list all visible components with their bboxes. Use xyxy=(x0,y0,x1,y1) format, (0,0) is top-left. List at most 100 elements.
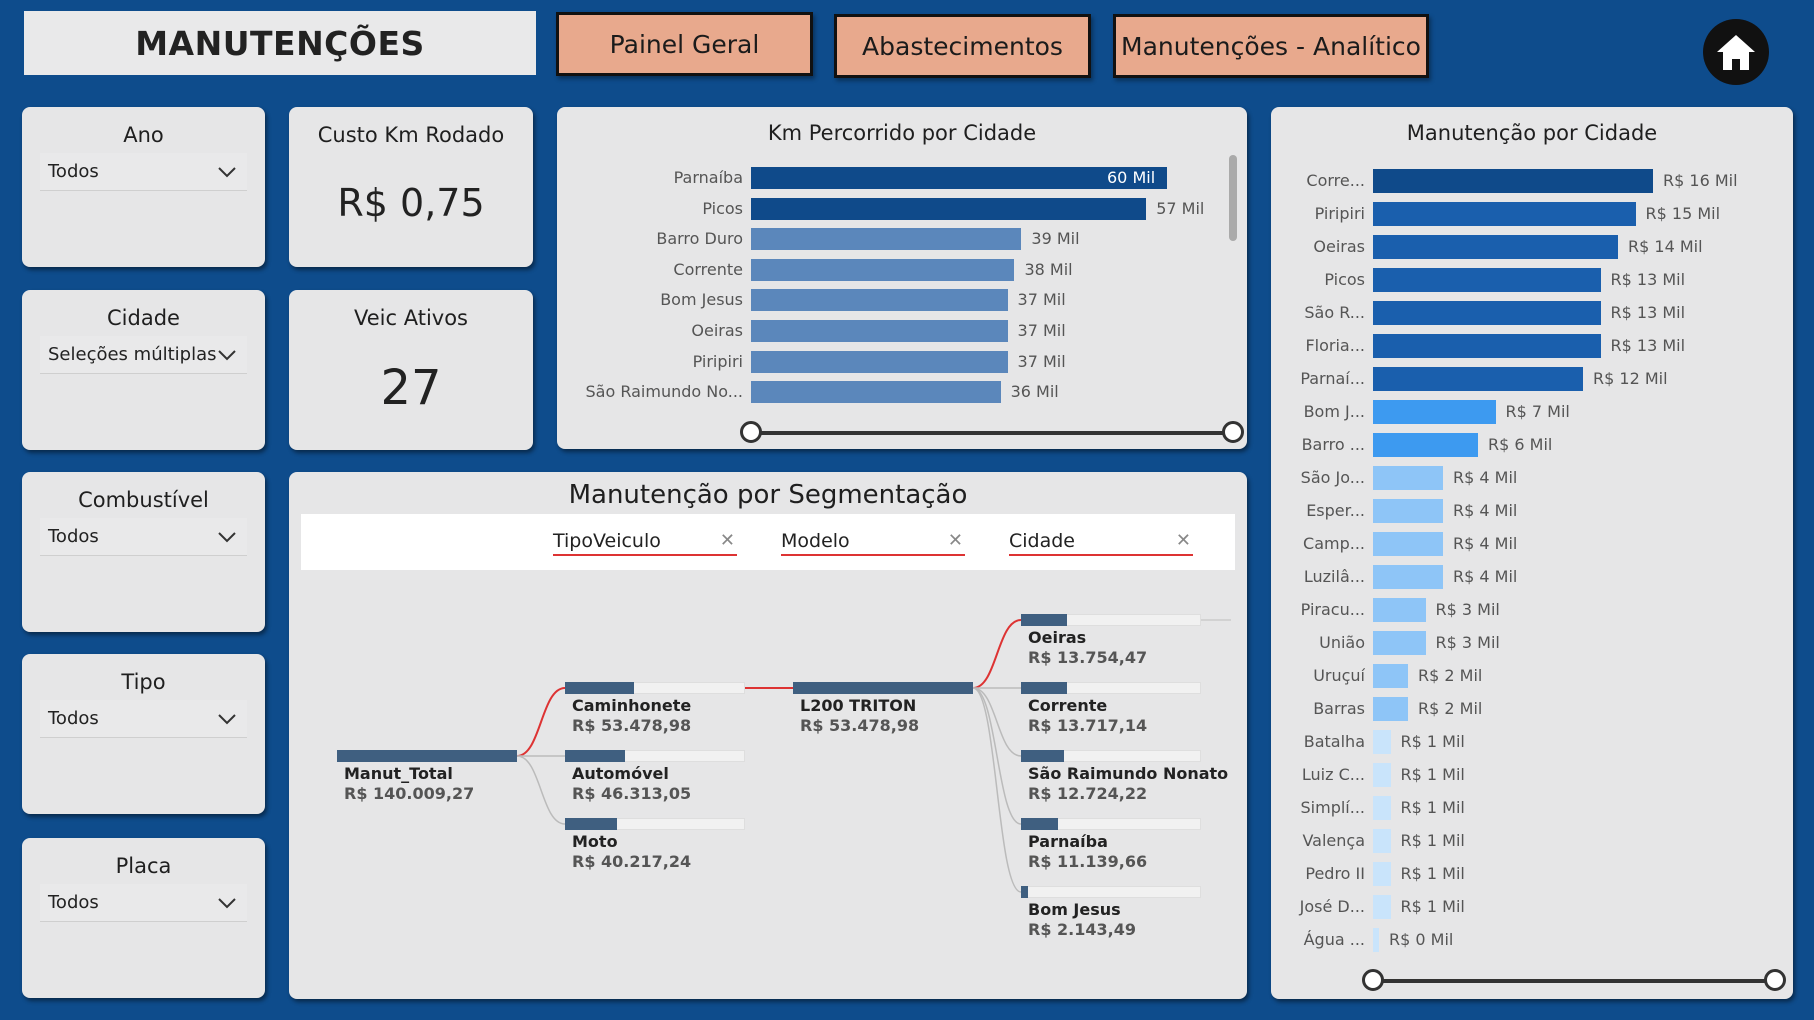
node-value: R$ 53.478,98 xyxy=(572,716,692,735)
node-bar[interactable] xyxy=(565,818,617,830)
bar-label: Luiz C... xyxy=(1301,765,1365,784)
ano-dropdown[interactable]: Todos xyxy=(40,153,247,191)
km-bar[interactable] xyxy=(751,258,1015,281)
manut-bar[interactable] xyxy=(1373,697,1408,721)
node-bar[interactable] xyxy=(1021,818,1059,830)
range-slider-end[interactable] xyxy=(1222,421,1244,443)
manut-bar[interactable] xyxy=(1373,532,1443,556)
manut-bar[interactable] xyxy=(1373,796,1391,820)
km-bar[interactable] xyxy=(751,320,1008,342)
manut-bar[interactable] xyxy=(1373,862,1391,886)
manut-bar[interactable] xyxy=(1373,664,1408,688)
range-slider-start[interactable] xyxy=(1362,969,1384,991)
manut-bar[interactable] xyxy=(1373,433,1478,457)
node-name: Oeiras xyxy=(1028,628,1087,647)
slicer-ano: Ano Todos xyxy=(22,107,265,267)
manut-bar[interactable] xyxy=(1373,928,1379,952)
km-bar[interactable] xyxy=(751,228,1022,251)
node-bar[interactable] xyxy=(1021,750,1064,762)
combustivel-dropdown[interactable]: Todos xyxy=(40,518,247,556)
manut-bar[interactable] xyxy=(1373,400,1496,424)
bar-label: São R... xyxy=(1304,303,1365,322)
manut-bar[interactable] xyxy=(1373,763,1391,787)
km-bar[interactable] xyxy=(751,381,1001,404)
node-bar-track[interactable] xyxy=(1021,886,1201,898)
node-bar[interactable] xyxy=(793,682,973,694)
manut-bar[interactable] xyxy=(1373,829,1391,853)
slicer-tipo: Tipo Todos xyxy=(22,654,265,814)
node-bar[interactable] xyxy=(337,750,517,762)
manut-bar[interactable] xyxy=(1373,466,1443,490)
data-label: R$ 4 Mil xyxy=(1453,567,1518,586)
range-slider-start[interactable] xyxy=(740,421,762,443)
km-bar[interactable] xyxy=(751,167,1167,189)
node-bar[interactable] xyxy=(1021,614,1068,626)
km-bar[interactable] xyxy=(751,197,1147,220)
dropdown-value: Todos xyxy=(48,708,99,729)
manut-bar[interactable] xyxy=(1373,235,1618,259)
node-name: Corrente xyxy=(1028,696,1108,715)
bar-label: José D... xyxy=(1299,897,1365,916)
bar-label: Barro Duro xyxy=(656,229,743,249)
km-bar[interactable] xyxy=(751,289,1008,312)
data-label: R$ 3 Mil xyxy=(1435,633,1500,652)
manut-bar[interactable] xyxy=(1373,301,1601,325)
manut-bar[interactable] xyxy=(1373,334,1601,358)
data-label: 57 Mil xyxy=(1156,198,1205,218)
chevron-down-icon xyxy=(218,714,236,725)
manut-bar[interactable] xyxy=(1373,169,1653,193)
node-value: R$ 13.754,47 xyxy=(1028,648,1148,667)
connector-line xyxy=(972,687,1022,893)
bar-label: Picos xyxy=(702,198,743,218)
range-slider-end[interactable] xyxy=(1764,969,1786,991)
connector-line xyxy=(972,687,1022,757)
node-bar[interactable] xyxy=(565,750,625,762)
node-bar[interactable] xyxy=(1021,886,1029,898)
dropdown-value: Seleções múltiplas xyxy=(48,344,217,365)
slicer-title: Placa xyxy=(115,854,172,878)
manut-bar[interactable] xyxy=(1373,565,1443,589)
node-bar[interactable] xyxy=(565,682,634,694)
data-label: R$ 13 Mil xyxy=(1610,303,1686,322)
kpi-custo-km: Custo Km Rodado R$ 0,75 xyxy=(289,107,533,267)
node-name: São Raimundo Nonato xyxy=(1028,764,1229,783)
data-label: R$ 16 Mil xyxy=(1663,171,1738,190)
km-bar[interactable] xyxy=(751,350,1008,373)
home-button[interactable] xyxy=(1703,19,1769,85)
manut-bar[interactable] xyxy=(1373,367,1583,391)
nav-painel-geral-button[interactable]: Painel Geral xyxy=(556,12,813,76)
kpi-title: Veic Ativos xyxy=(354,306,468,330)
decomposition-tree: Manutenção por Segmentação TipoVeiculo ✕ … xyxy=(289,472,1247,999)
range-slider-track[interactable] xyxy=(751,431,1231,435)
cidade-dropdown[interactable]: Seleções múltiplas xyxy=(40,336,247,374)
data-label: 37 Mil xyxy=(1017,290,1066,310)
range-slider-track[interactable] xyxy=(1373,979,1777,983)
data-label: R$ 3 Mil xyxy=(1435,600,1500,619)
bar-label: Água ... xyxy=(1303,930,1365,949)
manut-bar[interactable] xyxy=(1373,730,1391,754)
nav-abastecimentos-button[interactable]: Abastecimentos xyxy=(834,14,1091,78)
node-bar[interactable] xyxy=(1021,682,1068,694)
manut-bar[interactable] xyxy=(1373,631,1426,655)
bar-label: Luzilâ... xyxy=(1303,567,1365,586)
bar-label: Corre... xyxy=(1306,171,1365,190)
data-label: 39 Mil xyxy=(1031,229,1080,249)
tipo-dropdown[interactable]: Todos xyxy=(40,700,247,738)
data-label: R$ 2 Mil xyxy=(1418,699,1483,718)
data-label: 36 Mil xyxy=(1010,382,1059,402)
manut-bar[interactable] xyxy=(1373,202,1636,226)
nav-manutencoes-analitico-button[interactable]: Manutenções - Analítico xyxy=(1113,14,1429,78)
slicer-combustivel: Combustível Todos xyxy=(22,472,265,632)
data-label: R$ 13 Mil xyxy=(1610,336,1686,355)
node-name: Caminhonete xyxy=(572,696,692,715)
manut-bar[interactable] xyxy=(1373,598,1426,622)
bar-label: Uruçuí xyxy=(1313,666,1365,685)
placa-dropdown[interactable]: Todos xyxy=(40,884,247,922)
data-label: R$ 13 Mil xyxy=(1610,270,1686,289)
slicer-placa: Placa Todos xyxy=(22,838,265,998)
manut-bar[interactable] xyxy=(1373,268,1601,292)
manut-bar[interactable] xyxy=(1373,895,1391,919)
data-label: R$ 12 Mil xyxy=(1593,369,1668,388)
manut-bar[interactable] xyxy=(1373,499,1443,523)
chart-scrollbar[interactable] xyxy=(1229,155,1237,241)
